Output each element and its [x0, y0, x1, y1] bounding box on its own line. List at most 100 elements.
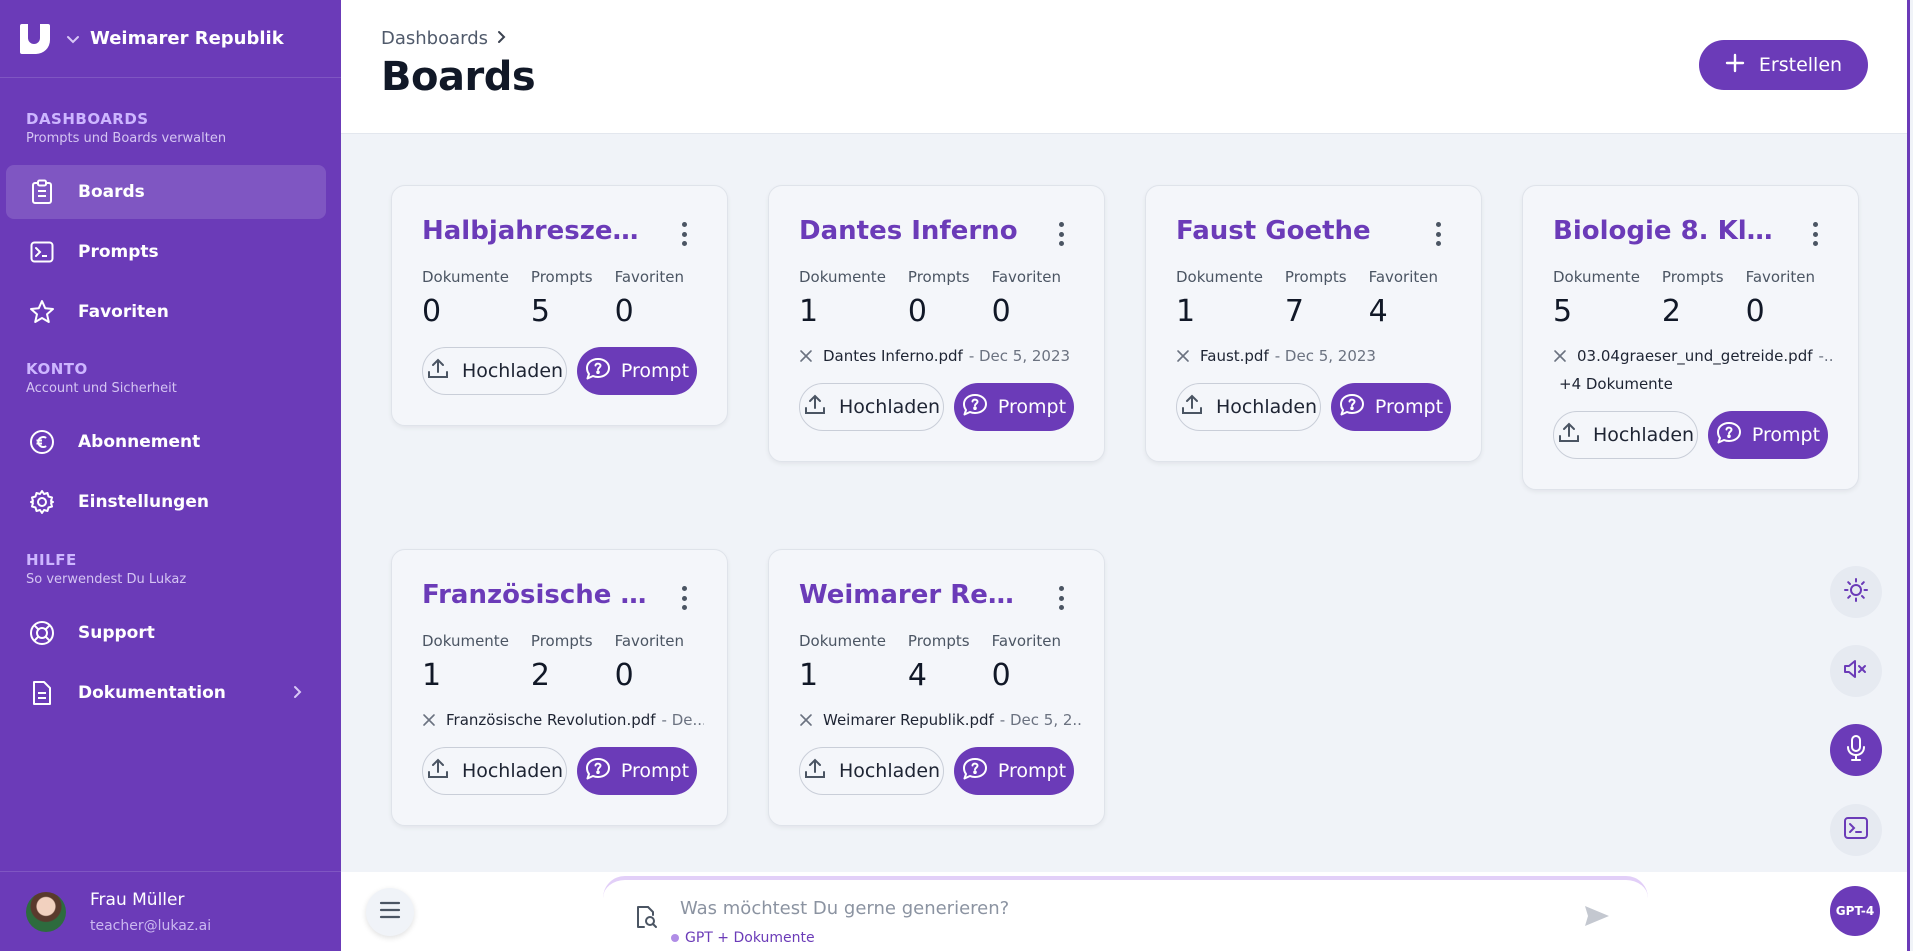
board-card[interactable]: Weimarer Repub... Dokumente 1 Prompts 4 Fa…	[768, 549, 1105, 826]
prompt-button[interactable]: Prompt	[954, 747, 1074, 795]
stat-documents: 0	[422, 294, 442, 329]
more-documents-link[interactable]: +4 Dokumente	[1559, 375, 1858, 393]
lifebuoy-icon	[28, 619, 56, 647]
gear-icon	[28, 488, 56, 516]
workspace-switcher[interactable]: Weimarer Republik	[0, 0, 341, 78]
sidebar-item-einstellungen[interactable]: Einstellungen	[6, 475, 326, 529]
upload-icon	[803, 757, 827, 786]
prompt-button[interactable]: Prompt	[577, 347, 697, 395]
menu-button[interactable]	[366, 888, 414, 936]
board-card[interactable]: Faust Goethe Dokumente 1 Prompts 7 Favorit…	[1145, 185, 1482, 462]
upload-label: Hochladen	[1215, 396, 1318, 418]
document-name[interactable]: Französische Revolution.pdf	[446, 711, 656, 729]
board-title[interactable]: Faust Goethe	[1176, 216, 1401, 246]
stat-label-favorites: Favoriten	[1745, 268, 1816, 286]
create-button-label: Erstellen	[1758, 54, 1843, 76]
remove-document-icon[interactable]	[422, 713, 436, 727]
board-card[interactable]: Biologie 8. Klasse Dokumente 5 Prompts 2 F…	[1522, 185, 1859, 490]
star-icon	[28, 298, 56, 326]
chat-question-icon	[1716, 421, 1742, 450]
page-header: Dashboards Boards Erstellen	[341, 0, 1907, 134]
board-title[interactable]: Halbjahreszeug...	[422, 216, 647, 246]
upload-icon	[1180, 393, 1204, 422]
board-title[interactable]: Dantes Inferno	[799, 216, 1024, 246]
remove-document-icon[interactable]	[1176, 349, 1190, 363]
document-date: - De...	[661, 711, 704, 729]
chat-question-icon	[585, 757, 611, 786]
upload-button[interactable]: Hochladen	[1176, 383, 1321, 431]
more-options-icon[interactable]	[679, 222, 689, 246]
document-item: Weimarer Republik.pdf - Dec 5, 2...	[799, 711, 1081, 729]
prompt-input[interactable]	[680, 898, 1560, 919]
lukaz-logo	[20, 23, 50, 54]
document-name[interactable]: Weimarer Republik.pdf	[823, 711, 994, 729]
section-konto: KONTO Account und Sicherheit	[0, 360, 203, 396]
upload-button[interactable]: Hochladen	[799, 383, 944, 431]
upload-button[interactable]: Hochladen	[799, 747, 944, 795]
upload-button[interactable]: Hochladen	[422, 747, 567, 795]
stat-favorites: 0	[991, 658, 1011, 693]
prompt-mode-indicator[interactable]: GPT + Dokumente	[671, 930, 815, 946]
document-name[interactable]: Faust.pdf	[1200, 347, 1269, 365]
sidebar-item-favoriten[interactable]: Favoriten	[6, 285, 326, 339]
board-card[interactable]: Halbjahreszeug... Dokumente 0 Prompts 5 Fa…	[391, 185, 728, 426]
stat-label-prompts: Prompts	[530, 268, 593, 286]
board-title[interactable]: Biologie 8. Klasse	[1553, 216, 1778, 246]
theme-toggle-button[interactable]	[1830, 566, 1882, 618]
upload-button[interactable]: Hochladen	[1553, 411, 1698, 459]
sidebar-item-dokumentation[interactable]: Dokumentation	[6, 666, 326, 720]
create-button[interactable]: Erstellen	[1699, 40, 1868, 90]
board-card[interactable]: Französische Re... Dokumente 1 Prompts 2 F…	[391, 549, 728, 826]
remove-document-icon[interactable]	[799, 713, 813, 727]
stat-favorites: 0	[991, 294, 1011, 329]
remove-document-icon[interactable]	[799, 349, 813, 363]
upload-icon	[1557, 421, 1581, 450]
mute-button[interactable]	[1830, 645, 1882, 697]
board-card[interactable]: Dantes Inferno Dokumente 1 Prompts 0 Favor…	[768, 185, 1105, 462]
prompt-button[interactable]: Prompt	[1708, 411, 1828, 459]
more-options-icon[interactable]	[1056, 586, 1066, 610]
breadcrumb-dashboards[interactable]: Dashboards	[381, 28, 488, 49]
voice-input-button[interactable]	[1830, 724, 1882, 776]
upload-icon	[426, 757, 450, 786]
document-name[interactable]: Dantes Inferno.pdf	[823, 347, 963, 365]
document-name[interactable]: 03.04graeser_und_getreide.pdf	[1577, 347, 1813, 365]
user-profile[interactable]: Frau Müller teacher@lukaz.ai	[0, 871, 341, 951]
prompt-button[interactable]: Prompt	[954, 383, 1074, 431]
avatar	[26, 891, 66, 932]
microphone-icon	[1845, 734, 1867, 766]
remove-document-icon[interactable]	[1553, 349, 1567, 363]
page-title: Boards	[381, 54, 536, 100]
prompt-library-button[interactable]	[1830, 804, 1882, 856]
send-icon[interactable]	[1583, 904, 1611, 932]
sidebar-item-prompts[interactable]: Prompts	[6, 225, 326, 279]
board-stats: Dokumente 5 Prompts 2 Favoriten 0	[1553, 268, 1858, 329]
sidebar-item-support[interactable]: Support	[6, 606, 326, 660]
stat-label-favorites: Favoriten	[614, 632, 685, 650]
board-title[interactable]: Französische Re...	[422, 580, 647, 610]
sidebar-item-abonnement[interactable]: Abonnement	[6, 415, 326, 469]
chat-question-icon	[962, 393, 988, 422]
stat-prompts: 0	[907, 294, 928, 329]
more-options-icon[interactable]	[1433, 222, 1443, 246]
sidebar-item-boards[interactable]: Boards	[6, 165, 326, 219]
stat-label-favorites: Favoriten	[1368, 268, 1439, 286]
more-options-icon[interactable]	[679, 586, 689, 610]
stat-label-documents: Dokumente	[799, 632, 886, 650]
upload-button[interactable]: Hochladen	[422, 347, 567, 395]
more-options-icon[interactable]	[1056, 222, 1066, 246]
terminal-icon	[28, 238, 56, 266]
model-selector[interactable]: GPT-4	[1830, 886, 1880, 936]
prompt-button[interactable]: Prompt	[577, 747, 697, 795]
prompt-button[interactable]: Prompt	[1331, 383, 1451, 431]
more-options-icon[interactable]	[1810, 222, 1820, 246]
sidebar-item-label: Einstellungen	[78, 492, 209, 512]
document-date: -...	[1818, 347, 1835, 365]
stat-label-prompts: Prompts	[1661, 268, 1724, 286]
document-search-icon[interactable]	[633, 904, 659, 934]
board-title[interactable]: Weimarer Repub...	[799, 580, 1024, 610]
section-subtitle: Account und Sicherheit	[26, 381, 177, 396]
breadcrumb: Dashboards	[381, 28, 506, 49]
prompt-label: Prompt	[997, 396, 1067, 418]
chevron-down-icon	[64, 30, 82, 48]
